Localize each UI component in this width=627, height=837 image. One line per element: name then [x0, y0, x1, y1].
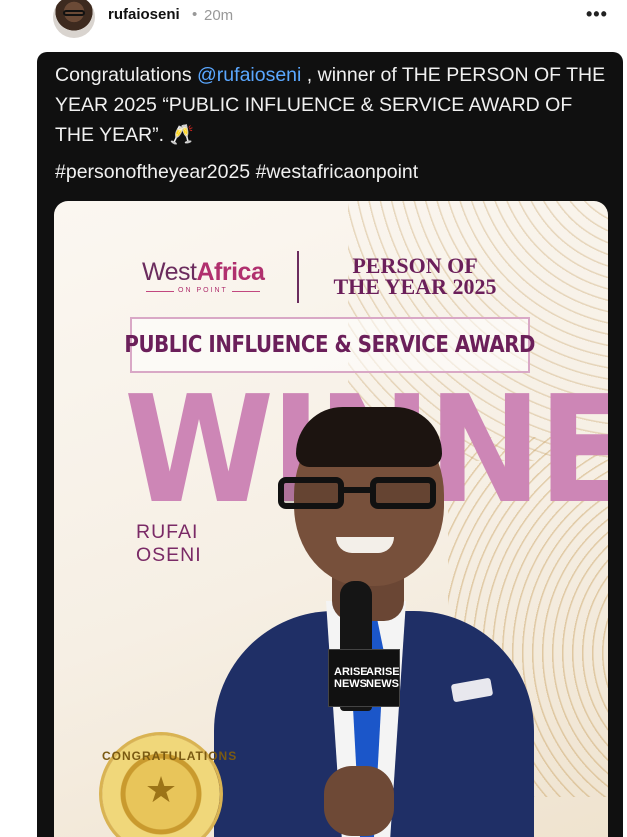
- person-of-year-title: PERSON OF THE YEAR 2025: [310, 253, 520, 299]
- logo-tagline: ON POINT: [146, 287, 260, 294]
- title-line-1: PERSON OF: [352, 253, 478, 278]
- post-header: rufaioseni • 20m •••: [0, 0, 627, 44]
- winner-photo: ARISE NEWS ARISE NEWS: [204, 407, 534, 837]
- mic-label-left: ARISE NEWS: [334, 666, 368, 690]
- seal-text: CONGRATULATIONS: [102, 749, 238, 763]
- post-timestamp: 20m: [204, 7, 234, 24]
- glasses-icon: [278, 477, 468, 513]
- mic-flag: ARISE NEWS ARISE NEWS: [328, 649, 400, 707]
- west-africa-logo: WestAfrica ON POINT: [142, 258, 282, 298]
- logo-africa: Africa: [196, 258, 265, 286]
- separator-dot: •: [192, 6, 198, 23]
- winner-name: RUFAI OSENI: [136, 521, 202, 567]
- logo-divider: [297, 251, 299, 303]
- mic-label-right: ARISE NEWS: [366, 666, 400, 690]
- post-card: Congratulations @rufaioseni , winner of …: [37, 52, 623, 837]
- post-caption: Congratulations @rufaioseni , winner of …: [55, 60, 611, 150]
- title-line-2: THE YEAR 2025: [333, 274, 497, 299]
- username-link[interactable]: rufaioseni: [108, 6, 180, 23]
- post-hashtags[interactable]: #personoftheyear2025 #westafricaonpoint: [55, 161, 418, 184]
- winner-last-name: OSENI: [136, 544, 202, 566]
- winner-first-name: RUFAI: [136, 521, 199, 543]
- caption-text-start: Congratulations: [55, 64, 198, 86]
- logo-west: West: [142, 258, 197, 286]
- mention-link[interactable]: @rufaioseni: [197, 64, 301, 86]
- star-icon: ★: [144, 769, 178, 810]
- congratulations-seal: CONGRATULATIONS ★: [102, 735, 238, 837]
- more-options-icon[interactable]: •••: [586, 4, 608, 25]
- award-title: PUBLIC INFLUENCE & SERVICE AWARD: [124, 332, 536, 358]
- post-image[interactable]: WestAfrica ON POINT PERSON OF THE YEAR 2…: [54, 201, 608, 837]
- avatar[interactable]: [53, 0, 95, 38]
